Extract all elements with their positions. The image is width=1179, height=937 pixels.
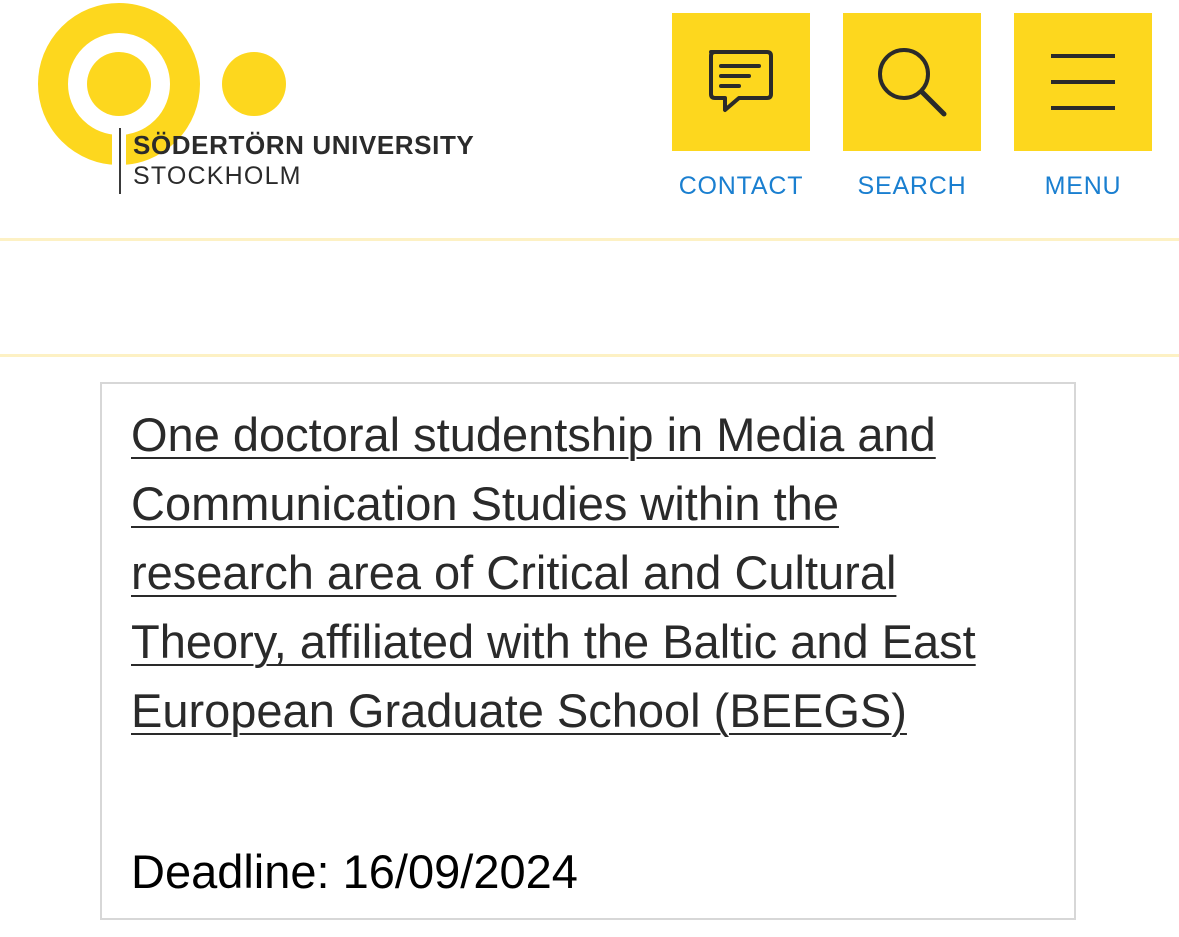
job-title-link[interactable]: One doctoral studentship in Media and Co…: [131, 400, 1011, 745]
search-icon: [878, 48, 947, 117]
header-divider: [0, 238, 1179, 241]
contact-button[interactable]: [672, 13, 810, 151]
job-listing-card: One doctoral studentship in Media and Co…: [100, 382, 1076, 920]
chat-icon: [709, 50, 773, 112]
deadline-label: Deadline:: [131, 845, 330, 898]
logo-city-name: STOCKHOLM: [133, 162, 302, 190]
university-logo[interactable]: SÖDERTÖRN UNIVERSITY STOCKHOLM: [0, 0, 500, 200]
menu-label[interactable]: MENU: [1014, 172, 1152, 201]
deadline-date: 16/09/2024: [342, 845, 578, 898]
deadline: Deadline: 16/09/2024: [131, 844, 578, 899]
page: SÖDERTÖRN UNIVERSITY STOCKHOLM CONTACT S…: [0, 0, 1179, 937]
logo-divider: [119, 128, 121, 194]
section-divider: [0, 354, 1179, 357]
hamburger-icon: [1051, 54, 1115, 110]
menu-button[interactable]: [1014, 13, 1152, 151]
search-label[interactable]: SEARCH: [843, 172, 981, 201]
contact-label[interactable]: CONTACT: [672, 172, 810, 201]
logo-university-name: SÖDERTÖRN UNIVERSITY: [133, 130, 475, 160]
search-button[interactable]: [843, 13, 981, 151]
